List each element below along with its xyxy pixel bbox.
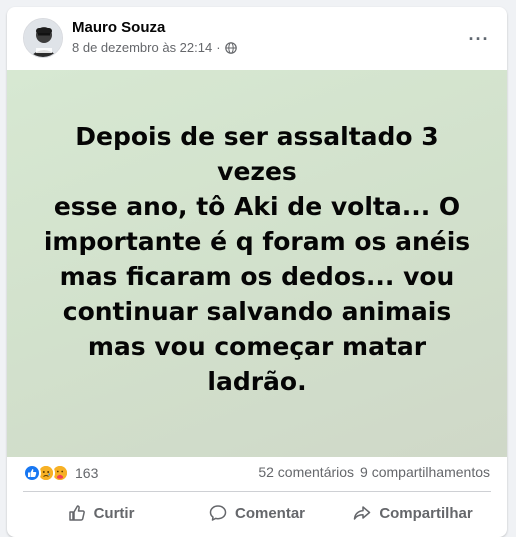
- actions-divider: [23, 491, 491, 492]
- avatar[interactable]: [23, 18, 63, 58]
- author-name[interactable]: Mauro Souza: [72, 19, 165, 36]
- share-label: Compartilhar: [379, 504, 473, 522]
- share-arrow-icon: [353, 504, 371, 522]
- ellipsis-icon: ···: [468, 28, 490, 49]
- comment-icon: [209, 504, 227, 522]
- thumbs-up-icon: [68, 504, 86, 522]
- engagement-counts: 52 comentários 9 compartilhamentos: [258, 464, 490, 480]
- reactions-summary[interactable]: 163: [23, 464, 98, 482]
- comment-button[interactable]: Comentar: [179, 495, 335, 531]
- comments-count[interactable]: 52 comentários: [258, 464, 354, 480]
- like-reaction-icon: [23, 464, 41, 482]
- post-card: Mauro Souza 8 de dezembro às 22:14 · ···…: [7, 7, 507, 537]
- post-actions: Curtir Comentar Compartilhar: [23, 495, 491, 531]
- post-meta: 8 de dezembro às 22:14 ·: [72, 40, 237, 55]
- comment-label: Comentar: [234, 504, 305, 522]
- post-timestamp[interactable]: 8 de dezembro às 22:14: [72, 40, 212, 55]
- post-content-background: Depois de ser assaltado 3 vezes esse ano…: [7, 70, 507, 457]
- meta-separator: ·: [216, 40, 221, 55]
- post-stats: 163 52 comentários 9 compartilhamentos: [7, 457, 507, 487]
- like-button[interactable]: Curtir: [23, 495, 179, 531]
- like-label: Curtir: [93, 504, 135, 522]
- shares-count[interactable]: 9 compartilhamentos: [360, 464, 490, 480]
- more-options-button[interactable]: ···: [465, 25, 493, 53]
- post-header: Mauro Souza 8 de dezembro às 22:14 · ···: [7, 7, 507, 70]
- share-button[interactable]: Compartilhar: [335, 495, 491, 531]
- reaction-count: 163: [75, 465, 99, 481]
- globe-icon[interactable]: [224, 41, 237, 54]
- post-text: Depois de ser assaltado 3 vezes esse ano…: [43, 121, 471, 396]
